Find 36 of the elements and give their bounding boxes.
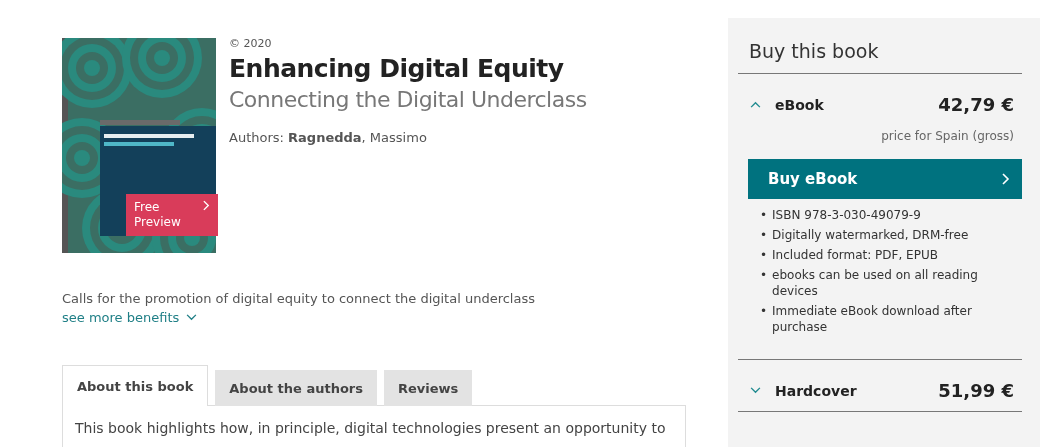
format-toggle[interactable]: eBook 42,79 € — [738, 74, 1022, 115]
tab[interactable]: About the authors — [215, 370, 377, 406]
bullet: • — [760, 247, 768, 263]
bullet: • — [760, 227, 768, 243]
free-preview-button[interactable]: Free Preview — [126, 194, 218, 236]
bullet: • — [760, 267, 768, 283]
format-toggle[interactable]: Hardcover 51,99 € — [738, 360, 1022, 401]
book-title: Enhancing Digital Equity — [229, 54, 565, 83]
feature-item: Digitally watermarked, DRM-free — [772, 227, 970, 243]
buy-button[interactable]: Buy eBook — [748, 159, 1022, 199]
chevron-down-icon — [186, 314, 198, 321]
format-name: eBook — [775, 96, 824, 113]
feature-item: Included format: PDF, EPUB — [772, 247, 939, 263]
bullet: • — [760, 207, 768, 223]
bullet: • — [760, 303, 768, 319]
book-subtitle: Connecting the Digital Underclass — [229, 87, 587, 112]
authors-label: Authors: — [229, 130, 284, 145]
chevron-right-icon — [203, 200, 210, 211]
tab[interactable]: Reviews — [384, 370, 473, 406]
price-note: price for Spain (gross) — [880, 129, 1014, 143]
panel-title: Buy this book — [738, 18, 1022, 74]
copyright-year: © 2020 — [229, 37, 273, 50]
feature-item: Immediate eBook download after purchase — [772, 303, 973, 335]
see-more-link[interactable]: see more benefits — [62, 310, 198, 325]
format-name: Hardcover — [775, 382, 857, 399]
description-text: This book highlights how, in principle, digital technologies present an opportunity to — [75, 420, 667, 436]
price: 42,79 € — [938, 94, 1014, 115]
benefit-text: Calls for the promotion of digital equity to connect the digital underclass — [62, 291, 536, 306]
author-names: Ragnedda, Massimo — [288, 130, 427, 145]
chevron-down-icon — [750, 387, 761, 394]
chevron-up-icon — [750, 101, 761, 108]
feature-item: ISBN 978-3-030-49079-9 — [772, 207, 922, 223]
chevron-right-icon — [1002, 173, 1010, 185]
tab[interactable]: About this book — [62, 365, 209, 406]
price: 51,99 € — [938, 380, 1014, 401]
feature-item: ebooks can be used on all reading devices — [772, 267, 979, 299]
